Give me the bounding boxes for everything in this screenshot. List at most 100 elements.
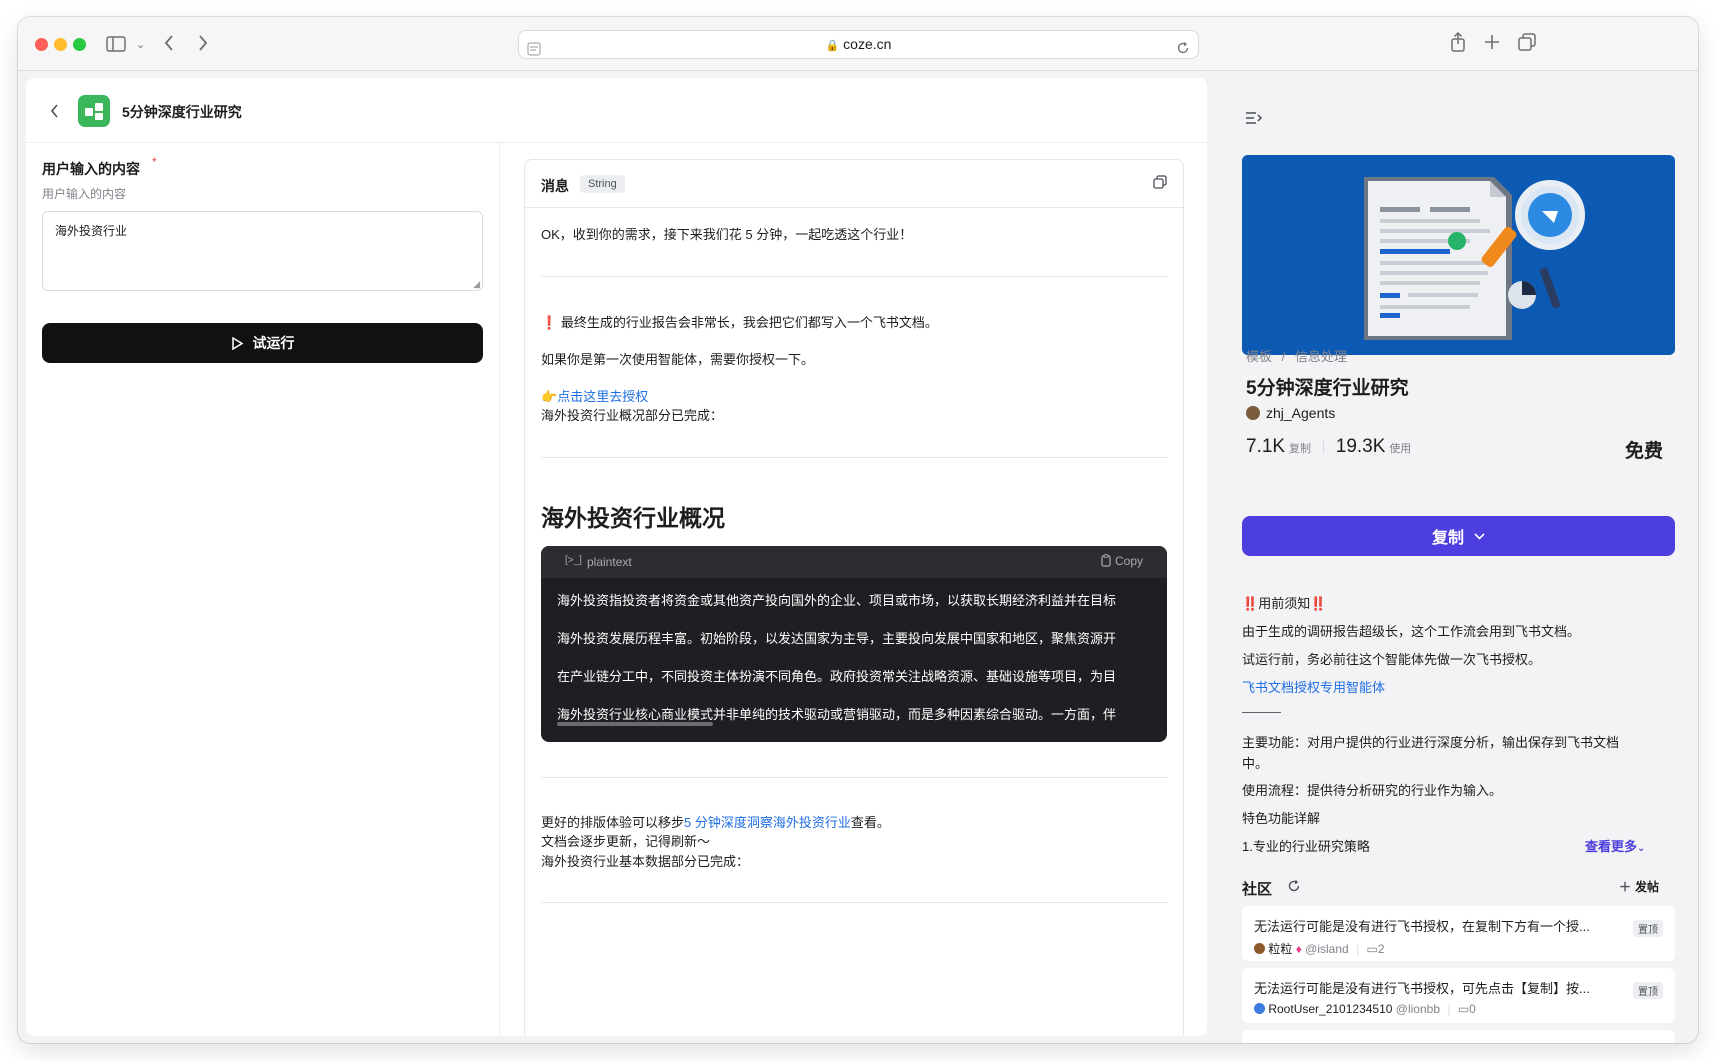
auth-agent-link[interactable]: 飞书文档授权专用智能体 [1242,677,1385,696]
update-note: 文档会逐步更新，记得刷新～ [541,834,711,849]
notice-line: 由于生成的调研报告超级长，这个工作流会用到飞书文档。 [1242,624,1581,639]
close-window-button[interactable] [35,38,48,51]
divider [541,777,1167,778]
uses-count: 19.3K [1335,436,1386,457]
input-label: 用户输入的内容 [42,161,140,177]
see-more-link[interactable]: 查看更多⌄ [1585,836,1645,855]
community-post[interactable]: 无法运行可能是没有进行飞书授权，可先点击【复制】按... 置顶 RootUser… [1242,968,1675,1023]
code-content: 海外投资指投资者将资金或其他资产投向国外的企业、项目或市场，以获取长期经济利益并… [541,578,1167,742]
chevron-down-icon[interactable]: ⌄ [136,37,145,53]
zoom-window-button[interactable] [73,38,86,51]
collapse-panel-icon[interactable] [1245,111,1263,128]
post-meta: RootUser_2101234510 @lionbb | ▭0 [1254,1002,1476,1016]
url-text: coze.cn [843,36,892,52]
code-line: 海外投资行业核心商业模式并非单纯的技术驱动或营销驱动，而是多种因素综合驱动。一方… [557,707,1117,722]
community-heading: 社区 [1242,881,1273,898]
usage-flow: 使用流程：提供待分析研究的行业作为输入。 [1242,783,1503,798]
post-author: 粒粒 [1268,942,1293,956]
feature-item: 1.专业的行业研究策略 [1242,839,1370,854]
author-row[interactable]: zhj_Agents [1246,405,1335,421]
message-body: OK，收到你的需求，接下来我们花 5 分钟，一起吃透这个行业！ ❗ 最终生成的行… [541,208,1167,1036]
clipboard-icon [1101,554,1111,567]
warning-line: ❗ 最终生成的行业报告会非常长，我会把它们都写入一个飞书文档。 [541,312,938,331]
meta-divider: | [1447,1002,1451,1016]
meta-divider: | [1356,942,1360,956]
input-description: 用户输入的内容 [42,187,127,201]
new-post-button[interactable]: ＋发帖 [1619,878,1659,895]
resize-handle-icon[interactable]: ◢ [473,279,480,290]
breadcrumb-leaf[interactable]: 信息处理 [1295,349,1347,364]
copy-template-label: 复制 [1431,530,1464,547]
pinned-badge: 置顶 [1633,982,1663,999]
play-icon [231,336,243,350]
notice-icon: ‼️ [1242,596,1259,611]
warning-text: 最终生成的行业报告会非常长，我会把它们都写入一个飞书文档。 [560,315,938,330]
message-header: 消息 String [525,160,1183,208]
page-title: 5分钟深度行业研究 [122,104,242,120]
notice-heading: ‼️用前须知‼️ [1242,593,1326,612]
divider [541,276,1167,277]
minimize-window-button[interactable] [54,38,67,51]
code-line: 海外投资发展历程丰富。初始阶段，以发达国家为主导，主要投向发展中国家和地区，聚焦… [557,631,1117,646]
code-copy-button[interactable]: Copy [1100,554,1143,568]
doc-link[interactable]: 5 分钟深度洞察海外投资行业 [684,815,851,830]
avatar [1254,943,1265,954]
test-run-button[interactable]: 试运行 [42,323,483,363]
warning-icon: ❗ [541,315,558,330]
required-mark: * [152,155,157,169]
tab-overview-icon[interactable] [1518,33,1536,55]
output-panel: 消息 String OK，收到你的需求，接下来我们花 5 分钟，一起吃透这个行业… [500,143,1207,1036]
post-title: 无法运行可能是没有进行飞书授权，可先点击【复制】按... [1254,981,1590,996]
template-sidebar: 模板 / 信息处理 5分钟深度行业研究 zhj_Agents 7.1K 复制 1… [1215,78,1698,1043]
reload-icon[interactable] [1176,37,1190,64]
refresh-icon[interactable] [1287,879,1301,896]
see-more-label: 查看更多 [1585,839,1638,854]
input-panel: 用户输入的内容 * 用户输入的内容 海外投资行业 ◢ 试运行 [26,143,500,1036]
code-line: 在产业链分工中，不同投资主体扮演不同角色。政府投资常关注战略资源、基础设施等项目… [557,669,1117,684]
user-input-value: 海外投资行业 [55,224,128,238]
breadcrumb-root[interactable]: 模板 [1246,349,1272,364]
avatar [1246,406,1260,420]
comment-icon: ▭ [1366,942,1378,956]
comment-icon: ▭ [1457,1002,1470,1016]
page-header: 5分钟深度行业研究 [26,78,1207,143]
horizontal-scrollbar[interactable] [557,722,713,726]
copies-count: 7.1K [1246,436,1286,457]
copy-icon[interactable] [1153,175,1167,193]
section-heading: 海外投资行业概况 [541,505,725,531]
pinned-badge: 置顶 [1633,920,1663,937]
breadcrumb-separator: / [1281,349,1286,364]
comment-count: 0 [1469,1002,1476,1016]
community-post[interactable]: 无法运行可能是没有进行飞书授权，在复制下方有一个授... 置顶 粒粒 ♦ @is… [1242,906,1675,961]
code-language: plaintext [587,555,632,569]
comment-count: 2 [1377,942,1385,956]
community-post[interactable] [1242,1030,1675,1043]
address-bar[interactable]: 🔒 coze.cn [518,30,1199,59]
user-input-textarea[interactable]: 海外投资行业 ◢ [42,211,483,291]
back-icon[interactable] [163,34,175,56]
new-tab-icon[interactable] [1484,34,1500,54]
reader-icon[interactable] [527,38,541,65]
badge-icon: ♦ [1295,942,1302,956]
back-arrow-icon[interactable] [50,103,60,122]
stats-row: 7.1K 复制 19.3K 使用 [1246,436,1411,458]
post-handle: @lionbb [1395,1002,1441,1016]
pointing-hand-icon: 👉 [541,389,558,404]
forward-icon[interactable] [197,34,209,56]
stats-divider [1322,439,1324,453]
document-illustration [1242,155,1675,355]
breadcrumb: 模板 / 信息处理 [1246,346,1347,365]
copy-template-button[interactable]: 复制 [1242,516,1675,556]
workflow-page: 5分钟深度行业研究 用户输入的内容 * 用户输入的内容 海外投资行业 ◢ 试运行… [26,78,1207,1036]
notice-icon: ‼️ [1310,596,1327,611]
share-icon[interactable] [1450,31,1466,56]
auth-line: 👉点击这里去授权 [541,386,648,405]
lock-icon: 🔒 [825,40,840,52]
workflow-logo [78,95,110,127]
sidebar-toggle-icon[interactable] [106,36,126,56]
browser-window: ⌄ 🔒 coze.cn 5分钟深度行业研究 用户输入的内容 * 用户输入的内容 … [18,17,1698,1043]
terminal-icon: [>_] [565,555,582,566]
divider [541,457,1167,458]
intro-text: OK，收到你的需求，接下来我们花 5 分钟，一起吃透这个行业！ [541,227,913,242]
auth-link[interactable]: 点击这里去授权 [557,389,648,404]
